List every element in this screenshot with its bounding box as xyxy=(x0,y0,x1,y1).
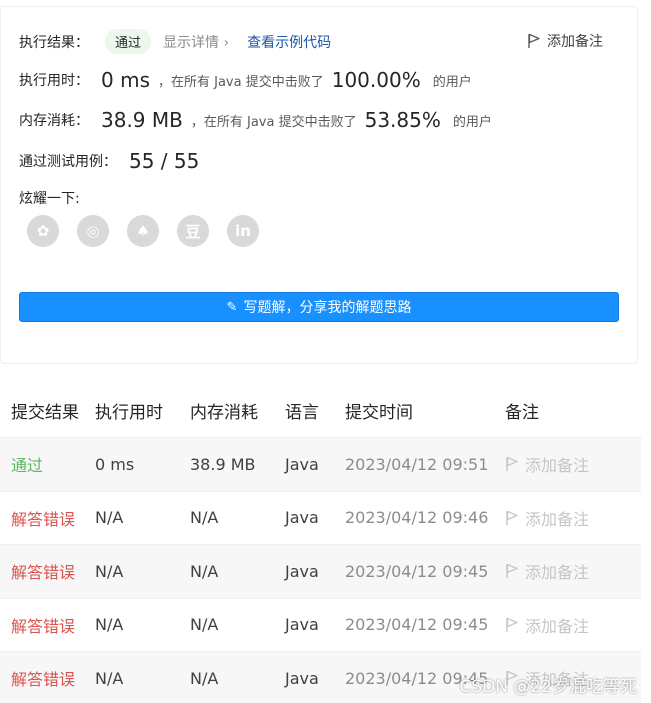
header-status: 提交结果 xyxy=(11,403,79,423)
row-status-link[interactable]: 通过 xyxy=(0,452,95,476)
row-note-label: 添加备注 xyxy=(525,563,590,583)
row-status-link[interactable]: 解答错误 xyxy=(0,506,95,530)
row-memory: N/A xyxy=(190,561,219,581)
write-solution-button[interactable]: ✎ 写题解，分享我的解题思路 xyxy=(19,292,619,322)
result-row: 执行结果： 通过 显示详情 › 查看示例代码 xyxy=(19,29,331,54)
tests-value: 55 / 55 xyxy=(129,149,200,173)
row-status-link[interactable]: 解答错误 xyxy=(0,559,95,583)
row-language: Java xyxy=(285,454,319,474)
weibo-icon[interactable]: ◎ xyxy=(77,215,109,247)
example-code-link[interactable]: 查看示例代码 xyxy=(247,32,331,52)
share-label: 炫耀一下: xyxy=(19,191,80,207)
row-note-label: 添加备注 xyxy=(525,509,590,529)
runtime-beat-text: ，在所有 Java 提交中击败了 xyxy=(157,74,324,90)
row-language: Java xyxy=(285,561,319,581)
memory-suffix: 的用户 xyxy=(452,114,492,130)
tests-label: 通过测试用例： xyxy=(19,154,117,170)
row-runtime: N/A xyxy=(95,615,124,635)
row-runtime: N/A xyxy=(95,508,124,528)
row-status-link[interactable]: 解答错误 xyxy=(0,666,95,690)
watermark: CSDN @22岁混吃等死 xyxy=(459,677,637,697)
share-row-label: 炫耀一下: xyxy=(19,188,80,208)
status-badge: 通过 xyxy=(105,29,152,54)
flag-icon xyxy=(506,617,518,632)
tests-row: 通过测试用例： 55 / 55 xyxy=(19,149,199,173)
row-add-note-button[interactable]: 添加备注 xyxy=(505,559,641,583)
flag-icon xyxy=(528,33,540,48)
table-row: 通过 0 ms 38.9 MB Java 2023/04/12 09:51 添加… xyxy=(0,438,641,492)
douban-icon[interactable]: 豆 xyxy=(177,215,209,247)
row-status-link[interactable]: 解答错误 xyxy=(0,613,95,637)
runtime-suffix: 的用户 xyxy=(432,74,472,90)
row-runtime: N/A xyxy=(95,668,124,688)
row-submit-time: 2023/04/12 09:51 xyxy=(345,454,489,474)
row-language: Java xyxy=(285,668,319,688)
table-row: 解答错误 N/A N/A Java 2023/04/12 09:45 添加备注 xyxy=(0,599,641,652)
submissions-table: 提交结果 执行用时 内存消耗 语言 提交时间 备注 通过 0 ms 38.9 M… xyxy=(0,384,641,703)
row-memory: N/A xyxy=(190,615,219,635)
add-note-button[interactable]: 添加备注 xyxy=(527,31,603,51)
runtime-value: 0 ms xyxy=(101,68,150,92)
row-add-note-button[interactable]: 添加备注 xyxy=(505,506,641,530)
pencil-icon: ✎ xyxy=(226,299,238,315)
table-row: 解答错误 N/A N/A Java 2023/04/12 09:45 添加备注 xyxy=(0,545,641,599)
row-memory: 38.9 MB xyxy=(190,454,256,474)
header-runtime: 执行用时 xyxy=(95,403,163,423)
row-submit-time: 2023/04/12 09:46 xyxy=(345,508,489,528)
row-submit-time: 2023/04/12 09:45 xyxy=(345,561,489,581)
row-add-note-button[interactable]: 添加备注 xyxy=(505,613,641,637)
header-time: 提交时间 xyxy=(345,403,413,423)
row-memory: N/A xyxy=(190,508,219,528)
share-icons: ✿ ◎ ♠ 豆 in xyxy=(27,215,259,247)
flag-icon xyxy=(506,564,518,579)
runtime-label: 执行用时： xyxy=(19,73,89,89)
header-note: 备注 xyxy=(505,403,539,423)
runtime-percent: 100.00% xyxy=(331,68,421,92)
add-note-label: 添加备注 xyxy=(547,34,603,50)
row-memory: N/A xyxy=(190,668,219,688)
linkedin-icon[interactable]: in xyxy=(227,215,259,247)
memory-value: 38.9 MB xyxy=(101,108,183,132)
write-solution-label: 写题解，分享我的解题思路 xyxy=(243,300,412,316)
wechat-icon[interactable]: ✿ xyxy=(27,215,59,247)
flag-icon xyxy=(506,510,518,525)
header-language: 语言 xyxy=(285,403,319,423)
memory-row: 内存消耗： 38.9 MB ，在所有 Java 提交中击败了 53.85% 的用… xyxy=(19,108,492,132)
row-note-label: 添加备注 xyxy=(525,616,590,636)
header-memory: 内存消耗 xyxy=(190,403,258,423)
row-add-note-button[interactable]: 添加备注 xyxy=(505,452,641,476)
table-header: 提交结果 执行用时 内存消耗 语言 提交时间 备注 xyxy=(0,384,641,438)
show-details-link[interactable]: 显示详情 › xyxy=(163,32,229,52)
row-runtime: 0 ms xyxy=(95,454,135,474)
flag-icon xyxy=(506,457,518,472)
table-row: 解答错误 N/A N/A Java 2023/04/12 09:46 添加备注 xyxy=(0,492,641,545)
row-runtime: N/A xyxy=(95,561,124,581)
row-language: Java xyxy=(285,508,319,528)
qq-icon[interactable]: ♠ xyxy=(127,215,159,247)
memory-percent: 53.85% xyxy=(364,108,441,132)
submission-result-card: 执行结果： 通过 显示详情 › 查看示例代码 添加备注 执行用时： 0 ms ，… xyxy=(0,6,638,364)
result-label: 执行结果： xyxy=(19,34,89,51)
row-note-label: 添加备注 xyxy=(525,456,590,476)
memory-beat-text: ，在所有 Java 提交中击败了 xyxy=(190,114,357,130)
row-language: Java xyxy=(285,615,319,635)
runtime-row: 执行用时： 0 ms ，在所有 Java 提交中击败了 100.00% 的用户 xyxy=(19,68,472,92)
memory-label: 内存消耗： xyxy=(19,113,89,129)
row-submit-time: 2023/04/12 09:45 xyxy=(345,615,489,635)
